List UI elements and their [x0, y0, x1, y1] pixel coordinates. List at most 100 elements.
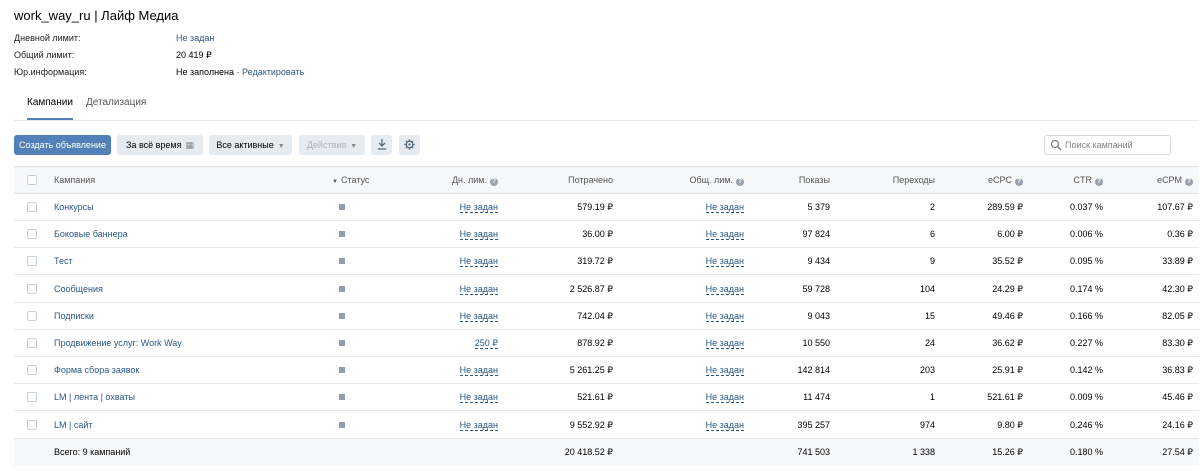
total-limit-edit-link[interactable]: Не задан	[705, 338, 744, 349]
total-limit-cell: Не задан	[705, 202, 744, 213]
actions-label: Действия	[306, 140, 347, 150]
question-icon[interactable]: ?	[1185, 178, 1193, 186]
total-limit-edit-link[interactable]: Не задан	[705, 419, 744, 431]
total-limit-cell: Не задан	[705, 419, 744, 431]
daily-limit-edit-link[interactable]: Не задан	[459, 392, 498, 404]
question-icon[interactable]: ?	[1015, 178, 1023, 186]
column-header-daily-limit[interactable]: Дн. лим.?	[452, 175, 498, 186]
total-limit-cell: Не задан	[705, 365, 744, 377]
column-header-ecpc[interactable]: eCPC?	[988, 175, 1023, 186]
ctr-cell: 0.095 %	[1069, 256, 1103, 267]
row-checkbox[interactable]	[27, 283, 37, 294]
campaign-name-link[interactable]: Продвижение услуг: Work Way	[54, 338, 182, 349]
status-filter-dropdown[interactable]: Все активные ▼	[209, 135, 292, 155]
status-indicator	[339, 231, 345, 238]
select-all-checkbox[interactable]	[27, 175, 37, 185]
tab-campaigns[interactable]: Кампании	[27, 97, 73, 120]
daily-limit-edit-link[interactable]: Не задан	[459, 310, 498, 322]
campaign-name-link[interactable]: Конкурсы	[54, 202, 94, 213]
campaign-name-link[interactable]: Тест	[54, 256, 73, 267]
impressions-cell: 9 434	[807, 256, 830, 267]
daily-limit-edit-link[interactable]: Не задан	[459, 419, 498, 431]
ctr-cell: 0.246 %	[1069, 419, 1103, 430]
ecpm-cell: 24.16 ₽	[1162, 419, 1193, 430]
download-button[interactable]	[371, 135, 392, 155]
column-header-ctr[interactable]: CTR?	[1074, 175, 1103, 186]
clicks-cell: 6	[929, 229, 935, 240]
page-title: work_way_ru | Лайф Медиа	[14, 8, 179, 23]
column-header-ecpm[interactable]: eCPM?	[1157, 175, 1193, 186]
spent-cell: 5 261.25 ₽	[569, 365, 613, 376]
search-input[interactable]	[1065, 138, 1165, 152]
legal-edit-link[interactable]: Редактировать	[242, 67, 304, 77]
table-row[interactable]: Подписки Не задан 742.04 ₽ Не задан 9 043 15 4…	[14, 303, 1199, 330]
legal-info-separator: ·	[234, 67, 243, 77]
row-checkbox[interactable]	[27, 310, 37, 321]
column-header-clicks[interactable]: Переходы	[893, 175, 935, 186]
campaign-name-link[interactable]: Форма сбора заявок	[54, 365, 139, 376]
spent-cell: 521.61 ₽	[577, 392, 613, 403]
table-row[interactable]: Боковые баннера Не задан 36.00 ₽ Не задан 97…	[14, 221, 1199, 249]
question-icon[interactable]: ?	[736, 178, 744, 186]
campaign-name-link[interactable]: Боковые баннера	[54, 229, 128, 240]
ctr-cell: 0.174 %	[1069, 283, 1103, 294]
row-checkbox[interactable]	[27, 338, 37, 348]
campaign-name-link[interactable]: Сообщения	[54, 284, 103, 295]
total-limit-edit-link[interactable]: Не задан	[705, 256, 744, 268]
period-selector-button[interactable]: За всё время ▦	[117, 135, 203, 155]
column-header-total-limit[interactable]: Общ. лим.?	[689, 175, 744, 186]
daily-limit-edit-link[interactable]: Не задан	[459, 202, 498, 213]
actions-dropdown[interactable]: Действия ▼	[299, 135, 365, 155]
table-row[interactable]: Тест Не задан 319.72 ₽ Не задан 9 434 9 35.52 …	[14, 248, 1199, 276]
table-row[interactable]: LM | лента | охваты Не задан 521.61 ₽ Не за…	[14, 384, 1199, 412]
column-header-spent[interactable]: Потрачено	[568, 175, 613, 186]
table-row[interactable]: LM | сайт Не задан 9 552.92 ₽ Не задан 395 2…	[14, 412, 1199, 439]
chevron-down-icon: ▼	[277, 143, 285, 150]
campaign-name-link[interactable]: LM | сайт	[54, 420, 93, 431]
daily-limit-edit-link[interactable]: Не задан	[459, 256, 498, 268]
total-limit-edit-link[interactable]: Не задан	[705, 283, 744, 295]
clicks-cell: 2	[929, 202, 935, 212]
daily-limit-edit-link[interactable]: Не задан	[459, 283, 498, 295]
campaign-name-link[interactable]: LM | лента | охваты	[54, 392, 135, 403]
question-icon[interactable]: ?	[1095, 178, 1103, 186]
table-header-row: Кампания ▼ Статус Дн. лим.? Потрачено Общ…	[14, 167, 1199, 194]
tab-details[interactable]: Детализация	[86, 97, 146, 120]
total-limit-cell: Не задан	[705, 310, 744, 322]
daily-limit-edit-link[interactable]: 250 ₽	[474, 338, 498, 349]
campaign-search[interactable]	[1044, 135, 1171, 155]
total-spent: 20 418.52 ₽	[564, 446, 613, 457]
total-limit-edit-link[interactable]: Не задан	[705, 310, 744, 322]
daily-limit-edit-link[interactable]: Не задан	[459, 365, 498, 377]
clicks-cell: 104	[919, 283, 935, 294]
legal-info-value: Не заполнена	[176, 67, 235, 77]
row-checkbox[interactable]	[27, 392, 37, 403]
create-ad-button[interactable]: Создать объявление	[14, 135, 111, 155]
row-checkbox[interactable]	[27, 202, 37, 212]
campaign-name-link[interactable]: Подписки	[54, 311, 94, 322]
total-limit-edit-link[interactable]: Не задан	[705, 202, 744, 213]
question-icon[interactable]: ?	[490, 178, 498, 186]
row-checkbox[interactable]	[27, 365, 37, 376]
column-header-campaign[interactable]: Кампания	[54, 175, 95, 186]
total-limit-edit-link[interactable]: Не задан	[705, 229, 744, 241]
settings-button[interactable]	[399, 135, 420, 155]
ecpc-cell: 49.46 ₽	[992, 310, 1023, 321]
table-row[interactable]: Форма сбора заявок Не задан 5 261.25 ₽ Не з…	[14, 357, 1199, 385]
table-row[interactable]: Конкурсы Не задан 579.19 ₽ Не задан 5 379 2 28…	[14, 194, 1199, 221]
spent-cell: 319.72 ₽	[577, 256, 613, 267]
row-checkbox[interactable]	[27, 229, 37, 240]
clicks-cell: 1	[929, 392, 935, 403]
daily-limit-edit-link[interactable]: Не задан	[459, 229, 498, 241]
table-row[interactable]: Сообщения Не задан 2 526.87 ₽ Не задан 59 72…	[14, 276, 1199, 303]
column-header-status[interactable]: ▼ Статус	[332, 175, 369, 188]
total-limit-edit-link[interactable]: Не задан	[705, 365, 744, 377]
column-header-impressions[interactable]: Показы	[799, 175, 830, 186]
chevron-down-icon: ▼	[350, 143, 358, 150]
row-checkbox[interactable]	[27, 419, 37, 430]
total-limit-edit-link[interactable]: Не задан	[705, 392, 744, 404]
table-row[interactable]: Продвижение услуг: Work Way 250 ₽ 878.92 ₽…	[14, 330, 1199, 357]
row-checkbox[interactable]	[27, 256, 37, 267]
daily-limit-value[interactable]: Не задан	[176, 31, 214, 45]
table-total-row: Всего: 9 кампаний 20 418.52 ₽ 741 503 1 …	[14, 438, 1199, 466]
